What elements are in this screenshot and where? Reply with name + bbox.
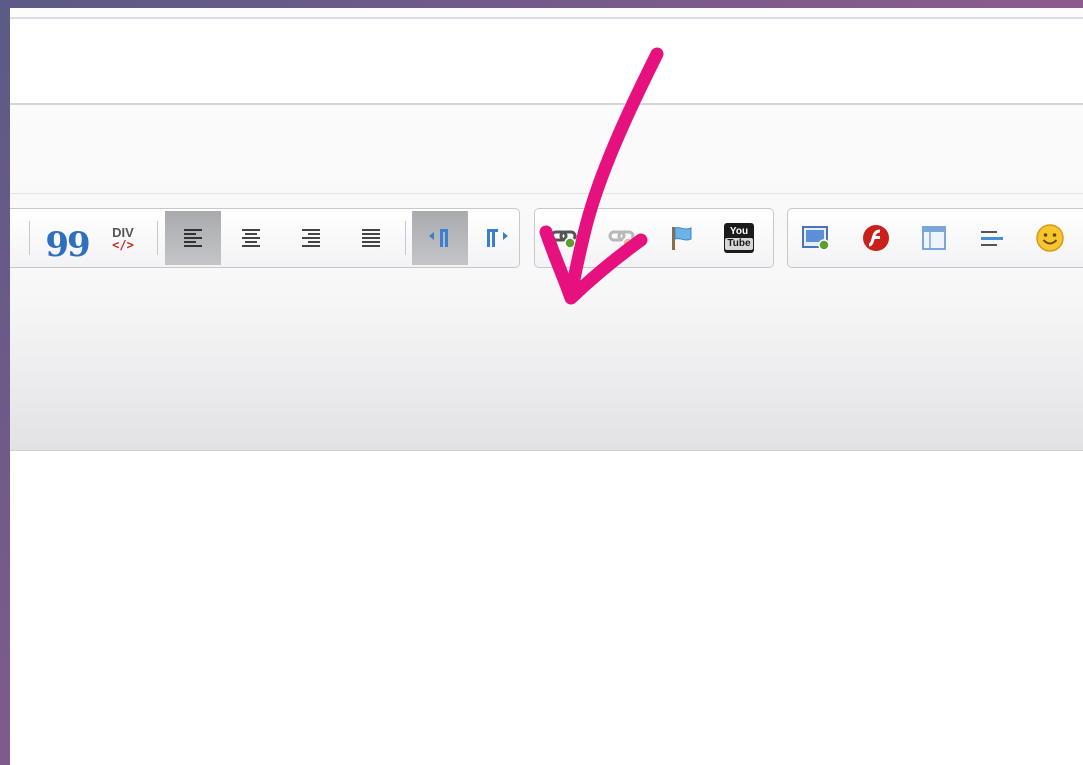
toolbar-separator [29,221,30,255]
blockquote-button[interactable]: 99 [39,211,95,265]
align-center-button[interactable] [223,211,279,265]
insert-table-button[interactable] [906,211,962,265]
horizontal-line-button[interactable] [964,211,1020,265]
toolbar-separator [157,221,158,255]
unlink-icon [608,230,635,249]
align-justify-icon [362,229,380,247]
editor-window: 99 DIV </> You Tube [10,8,1083,765]
anchor-button[interactable] [653,211,709,265]
align-center-icon [242,229,260,247]
toolbar-group-links: You Tube [534,208,774,268]
table-icon [922,226,946,250]
insert-div-button[interactable]: DIV </> [95,211,151,265]
toolbar-group-media [787,208,1083,268]
text-direction-rtl-button[interactable] [469,211,525,265]
horizontal-line-icon [981,231,1003,246]
insert-flash-button[interactable] [848,211,904,265]
editor-header [10,19,1083,103]
text-direction-ltr-button[interactable] [412,211,468,265]
div-icon: DIV </> [112,224,134,252]
link-button[interactable] [537,211,593,265]
link-icon [550,230,577,249]
align-right-icon [302,229,320,247]
blockquote-icon: 99 [45,225,90,265]
unlink-button[interactable] [595,211,651,265]
insert-image-button[interactable] [788,211,844,265]
smiley-button[interactable] [1022,211,1078,265]
toolbar-separator [405,221,406,255]
editor-toolbar-area [10,105,1083,451]
toolbar-group-format: 99 DIV </> [10,208,520,268]
align-left-button[interactable] [165,211,221,265]
youtube-button[interactable]: You Tube [711,211,767,265]
direction-ltr-icon [429,229,448,247]
youtube-icon: You Tube [724,223,754,253]
editor-content-area[interactable] [10,451,1083,765]
anchor-flag-icon [672,227,692,250]
smiley-icon [1036,224,1064,252]
editor-toolbar: 99 DIV </> You Tube [10,208,1083,268]
toolbar-divider [10,193,1083,194]
align-justify-button[interactable] [343,211,399,265]
image-icon [802,226,830,251]
flash-icon [863,225,889,251]
direction-rtl-icon [487,229,508,247]
align-right-button[interactable] [283,211,339,265]
align-left-icon [184,229,202,247]
